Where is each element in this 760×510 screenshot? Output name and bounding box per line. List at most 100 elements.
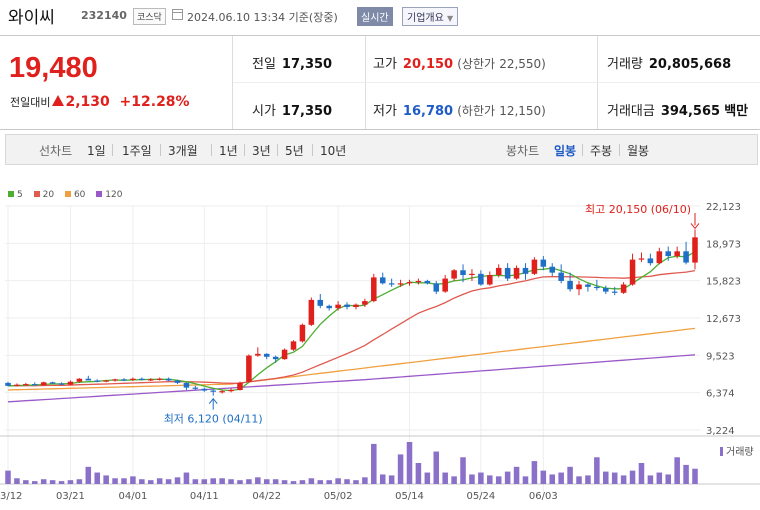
upper-limit-label: (상한가 <box>457 57 496 71</box>
candle-body <box>362 301 368 305</box>
trade-value: 거래대금 394,565 백만 <box>607 100 748 119</box>
period-3m[interactable]: 3개월 <box>168 142 198 159</box>
y-tick-label: 6,374 <box>706 389 735 400</box>
x-tick-label: 04/01 <box>118 491 147 502</box>
candle-chart-label: 봉차트 <box>506 144 540 158</box>
candle-body <box>308 299 315 325</box>
y-tick-label: 9,523 <box>706 351 735 362</box>
volume-label: 거래량 <box>726 446 754 458</box>
volume-bar <box>379 474 386 484</box>
candle-body <box>192 387 199 389</box>
candle-body <box>674 251 680 257</box>
candle-body <box>656 251 663 264</box>
period-1d[interactable]: 1일 <box>87 142 106 159</box>
realtime-button[interactable]: 실시간 <box>357 7 393 26</box>
period-5y[interactable]: 5년 <box>285 142 304 159</box>
candle-body <box>32 384 38 386</box>
x-tick-label: 05/24 <box>466 491 495 502</box>
candle-body <box>451 270 457 279</box>
legend-ma60-label: 60 <box>73 190 86 200</box>
volume-bar <box>558 472 564 484</box>
candle-body <box>139 378 145 380</box>
legend-ma120: 120 <box>96 190 122 200</box>
volume-bar <box>237 480 243 484</box>
volume-bar <box>397 454 404 484</box>
volume-bar <box>23 480 29 484</box>
period-1y[interactable]: 1년 <box>219 142 238 159</box>
candle-body <box>40 382 47 386</box>
trade-value-value: 394,565 <box>660 104 721 119</box>
divider <box>112 144 113 156</box>
volume-value: 20,805,668 <box>648 57 732 72</box>
volume: 거래량 20,805,668 <box>607 53 731 72</box>
y-tick-label: 12,673 <box>706 314 741 325</box>
period-daily[interactable]: 일봉 <box>554 142 576 159</box>
upper-limit-value: 22,550) <box>499 57 546 71</box>
candle-body <box>629 259 636 285</box>
candle-body <box>388 283 395 285</box>
volume-bar <box>5 470 11 484</box>
low-price: 저가 16,780 (하한가 12,150) <box>373 100 546 119</box>
volume-bar <box>665 474 671 484</box>
volume-bar <box>549 474 556 484</box>
candle-body <box>692 237 698 263</box>
volume-bar <box>674 457 680 484</box>
period-monthly[interactable]: 월봉 <box>627 142 649 159</box>
current-price: 19,480 <box>9 52 98 84</box>
candle-body <box>183 382 190 388</box>
legend-ma120-label: 120 <box>105 190 123 200</box>
volume-bar <box>290 481 297 484</box>
candle-body <box>255 353 261 356</box>
volume-bar <box>183 472 190 484</box>
lower-limit-label: (하한가 <box>457 104 496 118</box>
candle-body <box>121 379 127 381</box>
candle-body <box>335 304 341 309</box>
candle-body <box>531 259 538 274</box>
candle-body <box>647 258 654 264</box>
divider <box>277 144 278 156</box>
x-tick-label: 06/03 <box>529 491 558 502</box>
high-value: 20,150 <box>402 57 454 72</box>
high-label: 고가 <box>373 57 397 72</box>
volume-legend-swatch <box>720 447 723 456</box>
legend-ma5: 5 <box>8 190 23 200</box>
y-tick-label: 15,823 <box>706 277 741 288</box>
period-3y[interactable]: 3년 <box>252 142 271 159</box>
volume-bar <box>76 479 83 484</box>
candle-body <box>326 305 332 309</box>
candle-body <box>353 304 359 308</box>
low-value: 16,780 <box>402 104 454 119</box>
candle-body <box>683 251 689 263</box>
volume-bar <box>40 479 47 484</box>
candle-body <box>317 299 324 306</box>
candle-body <box>433 283 440 292</box>
candle-body <box>611 291 618 293</box>
x-tick-label: 03/21 <box>56 491 85 502</box>
volume-bar <box>567 466 573 484</box>
volume-bar <box>603 471 609 484</box>
company-overview-button[interactable]: 기업개요 ▼ <box>402 7 459 26</box>
volume-bar <box>308 478 315 484</box>
candle-body <box>603 288 609 292</box>
volume-bar <box>58 481 65 484</box>
volume-bar <box>504 471 511 484</box>
candle-body <box>406 282 413 284</box>
period-1w[interactable]: 1주일 <box>122 142 152 159</box>
lower-limit-value: 12,150) <box>499 104 546 118</box>
volume-bar <box>353 480 359 484</box>
candle-body <box>94 380 100 382</box>
candlestick-chart-svg[interactable]: 03/12 03/21 04/01 04/11 04/22 05/02 05/14 05/24… <box>0 175 760 510</box>
volume-bar <box>246 479 252 484</box>
change-label: 전일대비 <box>10 96 51 109</box>
period-weekly[interactable]: 주봉 <box>590 142 612 159</box>
y-tick-label: 18,973 <box>706 239 741 250</box>
candle-body <box>371 277 377 302</box>
volume-bar <box>594 457 600 484</box>
volume-bar <box>406 442 413 484</box>
period-10y[interactable]: 10년 <box>320 142 346 159</box>
quote-panel: 19,480 전일대비 2,130 +12.28% 전일 17,350 시가 17,3… <box>0 35 760 130</box>
period-selector: 선차트 1일 1주일 3개월 1년 3년 5년 10년 봉차트 일봉 주봉 월봉 <box>5 134 758 165</box>
candle-body <box>281 349 288 360</box>
volume-bar <box>683 464 689 484</box>
candle-body <box>594 286 600 289</box>
